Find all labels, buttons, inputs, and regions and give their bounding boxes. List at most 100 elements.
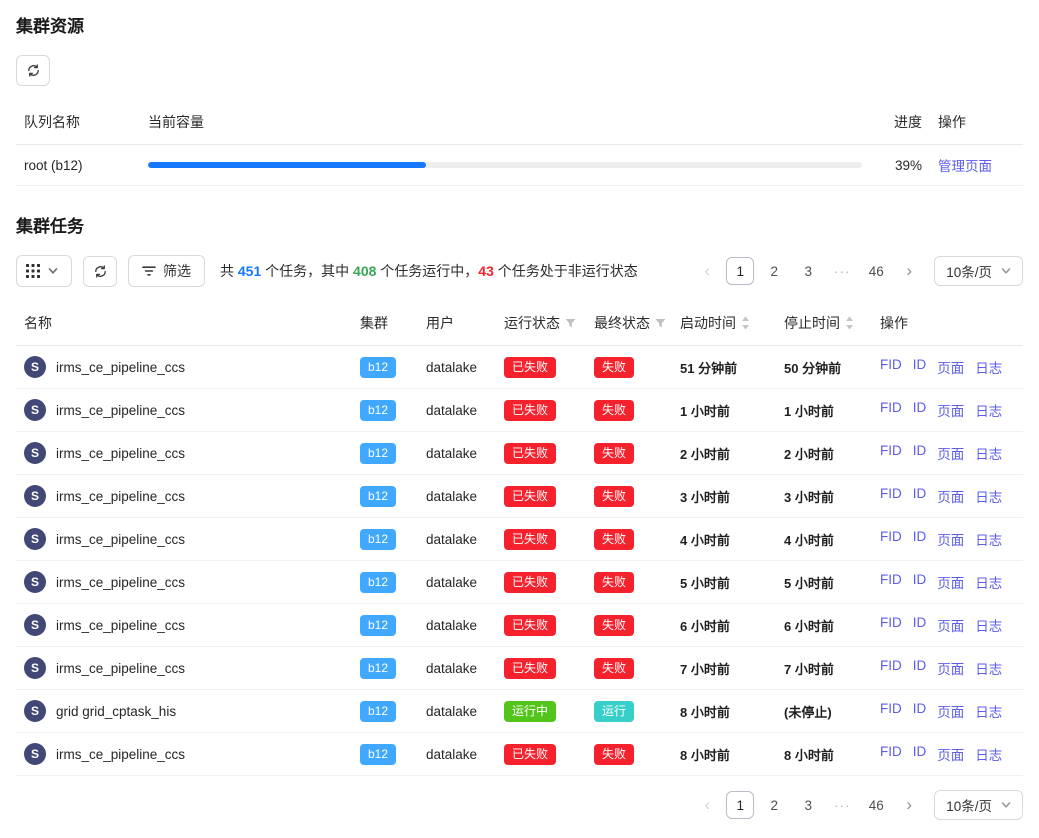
col-resource-action: 操作 <box>930 100 1023 145</box>
manage-page-link[interactable]: 管理页面 <box>938 159 992 174</box>
prev-page-button[interactable]: ‹ <box>694 257 720 285</box>
task-name: irms_ce_pipeline_ccs <box>56 661 185 676</box>
page-size-value: 10条/页 <box>946 795 992 815</box>
id-link[interactable]: ID <box>913 400 927 420</box>
cluster-tasks-section: 集群任务 <box>16 212 1023 820</box>
fid-link[interactable]: FID <box>880 443 902 463</box>
page-size-select[interactable]: 10条/页 <box>934 790 1023 820</box>
pagination-bottom-wrap: ‹ 1 2 3 ··· 46 › 10条/页 <box>16 790 1023 820</box>
task-name: irms_ce_pipeline_ccs <box>56 575 185 590</box>
final-status-badge: 失败 <box>594 443 634 464</box>
table-row: S irms_ce_pipeline_ccs b12 datalake 已失败 … <box>16 647 1023 690</box>
page-number-button[interactable]: 46 <box>862 257 890 285</box>
log-link[interactable]: 日志 <box>975 658 1002 678</box>
table-row: S irms_ce_pipeline_ccs b12 datalake 已失败 … <box>16 346 1023 389</box>
id-link[interactable]: ID <box>913 486 927 506</box>
fid-link[interactable]: FID <box>880 701 902 721</box>
next-page-button[interactable]: › <box>896 257 922 285</box>
log-link[interactable]: 日志 <box>975 572 1002 592</box>
fid-link[interactable]: FID <box>880 572 902 592</box>
log-link[interactable]: 日志 <box>975 357 1002 377</box>
task-name: irms_ce_pipeline_ccs <box>56 446 185 461</box>
fid-link[interactable]: FID <box>880 744 902 764</box>
page-number-button[interactable]: 3 <box>794 791 822 819</box>
stop-time-sort-icon[interactable] <box>845 316 854 330</box>
log-link[interactable]: 日志 <box>975 615 1002 635</box>
final-status-filter-icon[interactable] <box>655 318 666 329</box>
id-link[interactable]: ID <box>913 572 927 592</box>
cluster-badge: b12 <box>360 529 396 550</box>
user-name: datalake <box>426 575 477 590</box>
log-link[interactable]: 日志 <box>975 486 1002 506</box>
id-link[interactable]: ID <box>913 357 927 377</box>
page-link[interactable]: 页面 <box>937 658 964 678</box>
id-link[interactable]: ID <box>913 443 927 463</box>
id-link[interactable]: ID <box>913 529 927 549</box>
tasks-toolbar: 筛选 共 451 个任务，其中 408 个任务运行中，43 个任务处于非运行状态… <box>16 255 1023 287</box>
id-link[interactable]: ID <box>913 744 927 764</box>
page-number-button[interactable]: 46 <box>862 791 890 819</box>
page-link[interactable]: 页面 <box>937 400 964 420</box>
fid-link[interactable]: FID <box>880 357 902 377</box>
fid-link[interactable]: FID <box>880 658 902 678</box>
tasks-refresh-button[interactable] <box>83 256 117 287</box>
col-stop-time: 停止时间 <box>776 301 872 346</box>
page-size-select[interactable]: 10条/页 <box>934 256 1023 286</box>
id-link[interactable]: ID <box>913 701 927 721</box>
final-status-badge: 失败 <box>594 529 634 550</box>
user-name: datalake <box>426 661 477 676</box>
col-cluster: 集群 <box>352 301 418 346</box>
col-actions: 操作 <box>872 301 1023 346</box>
run-status-badge: 已失败 <box>504 572 556 593</box>
log-link[interactable]: 日志 <box>975 400 1002 420</box>
fid-link[interactable]: FID <box>880 400 902 420</box>
progress-percent: 39% <box>870 145 930 186</box>
tasks-header-row: 名称 集群 用户 运行状态 最终状态 <box>16 301 1023 346</box>
page-link[interactable]: 页面 <box>937 443 964 463</box>
page-link[interactable]: 页面 <box>937 486 964 506</box>
page-number-button[interactable]: 2 <box>760 257 788 285</box>
refresh-icon <box>26 63 41 78</box>
page-link[interactable]: 页面 <box>937 357 964 377</box>
tasks-table: 名称 集群 用户 运行状态 最终状态 <box>16 301 1023 776</box>
chevron-down-icon <box>1001 800 1011 810</box>
log-link[interactable]: 日志 <box>975 443 1002 463</box>
col-current-capacity: 当前容量 <box>140 100 870 145</box>
page-link[interactable]: 页面 <box>937 744 964 764</box>
run-status-badge: 运行中 <box>504 701 556 722</box>
page-link[interactable]: 页面 <box>937 615 964 635</box>
id-link[interactable]: ID <box>913 615 927 635</box>
run-status-filter-icon[interactable] <box>565 318 576 329</box>
page-link[interactable]: 页面 <box>937 529 964 549</box>
user-name: datalake <box>426 489 477 504</box>
page-number-button[interactable]: 3 <box>794 257 822 285</box>
user-name: datalake <box>426 618 477 633</box>
col-run-status: 运行状态 <box>496 301 586 346</box>
stop-time: 3 小时前 <box>784 490 834 505</box>
page-link[interactable]: 页面 <box>937 572 964 592</box>
log-link[interactable]: 日志 <box>975 701 1002 721</box>
page-number-button[interactable]: 1 <box>726 257 754 285</box>
page-number-button[interactable]: ··· <box>828 791 856 819</box>
column-settings-button[interactable] <box>16 255 72 287</box>
page-number-button[interactable]: ··· <box>828 257 856 285</box>
fid-link[interactable]: FID <box>880 529 902 549</box>
filter-button[interactable]: 筛选 <box>128 255 205 287</box>
filter-lines-icon <box>142 264 156 278</box>
resources-refresh-button[interactable] <box>16 55 50 86</box>
next-page-button[interactable]: › <box>896 791 922 819</box>
total-task-count: 451 <box>238 263 261 279</box>
fid-link[interactable]: FID <box>880 615 902 635</box>
prev-page-button[interactable]: ‹ <box>694 791 720 819</box>
avatar: S <box>24 700 46 722</box>
page-link[interactable]: 页面 <box>937 701 964 721</box>
cluster-tasks-title: 集群任务 <box>16 212 1023 237</box>
log-link[interactable]: 日志 <box>975 529 1002 549</box>
page-number-button[interactable]: 2 <box>760 791 788 819</box>
start-time-sort-icon[interactable] <box>741 316 750 330</box>
fid-link[interactable]: FID <box>880 486 902 506</box>
page-number-button[interactable]: 1 <box>726 791 754 819</box>
cluster-badge: b12 <box>360 443 396 464</box>
id-link[interactable]: ID <box>913 658 927 678</box>
log-link[interactable]: 日志 <box>975 744 1002 764</box>
